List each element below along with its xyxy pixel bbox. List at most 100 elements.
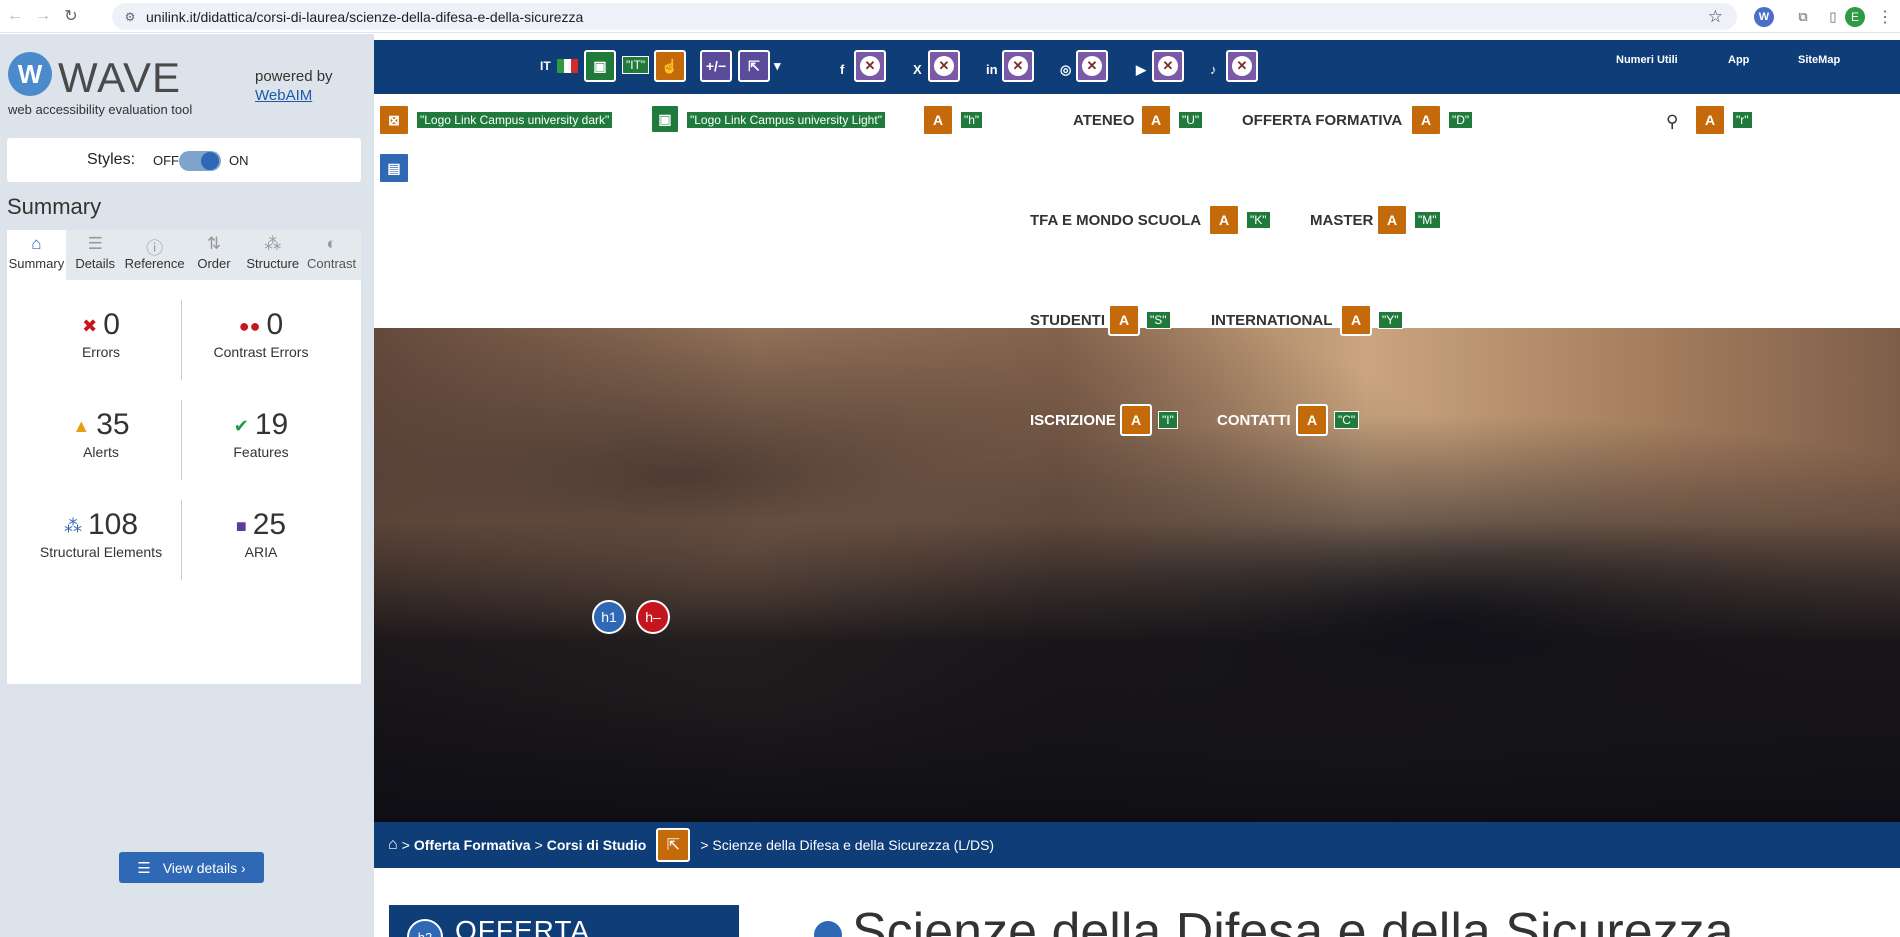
sitemap-link[interactable]: SiteMap: [1798, 54, 1840, 66]
nav-contatti[interactable]: CONTATTI: [1217, 412, 1291, 429]
extensions-puzzle-icon[interactable]: ⧉: [1792, 6, 1814, 28]
tab-contrast[interactable]: ◐ Contrast: [302, 230, 361, 280]
browser-menu-icon[interactable]: ⋮: [1874, 6, 1896, 28]
alerts-stat[interactable]: ▲ 35 Alerts: [21, 408, 181, 460]
profile-avatar[interactable]: E: [1845, 7, 1865, 27]
nav-international[interactable]: INTERNATIONAL: [1211, 312, 1332, 329]
app-link[interactable]: App: [1728, 54, 1749, 66]
h2-structure-icon[interactable]: h2: [407, 919, 443, 937]
alert-icon[interactable]: A: [1410, 104, 1442, 136]
nav-ateneo[interactable]: ATENEO: [1073, 112, 1134, 129]
accesskey-tag: "C": [1334, 411, 1360, 429]
errors-count: 0: [103, 308, 120, 341]
alert-icon[interactable]: A: [1340, 304, 1372, 336]
nav-master[interactable]: MASTER: [1310, 212, 1373, 229]
alert-icon[interactable]: ⊠: [378, 104, 410, 136]
h1-structure-icon[interactable]: [814, 921, 842, 937]
home-icon[interactable]: ⌂: [388, 836, 398, 854]
aria-stat[interactable]: ■ 25 ARIA: [181, 508, 341, 560]
address-bar[interactable]: ⚙ unilink.it/didattica/corsi-di-laurea/s…: [112, 3, 1737, 30]
numeri-utili-link[interactable]: Numeri Utili: [1616, 54, 1678, 66]
alert-icon[interactable]: A: [1108, 304, 1140, 336]
tab-summary[interactable]: ⌂ Summary: [7, 230, 66, 280]
alert-icon[interactable]: A: [1140, 104, 1172, 136]
tab-structure[interactable]: ⁂ Structure: [243, 230, 302, 280]
facebook-icon[interactable]: f: [840, 62, 844, 77]
empty-link-error-icon[interactable]: ✕: [928, 50, 960, 82]
logo-dark-alt: "Logo Link Campus university dark": [416, 111, 614, 129]
nav-offerta-formativa[interactable]: OFFERTA FORMATIVA: [1242, 112, 1402, 129]
image-feature-icon[interactable]: ▣: [584, 50, 616, 82]
nav-studenti[interactable]: STUDENTI: [1030, 312, 1105, 329]
tab-reference[interactable]: ⓘ Reference: [125, 230, 185, 280]
tab-label: Contrast: [307, 256, 357, 271]
aria-icon: ■: [235, 515, 247, 536]
lang-alt-tag: "IT": [622, 56, 650, 74]
empty-link-error-icon[interactable]: ✕: [1152, 50, 1184, 82]
empty-heading-error-icon[interactable]: h–: [636, 600, 670, 634]
styles-off-label: OFF: [153, 153, 179, 168]
wave-title: WAVE: [58, 54, 182, 101]
breadcrumb-corsi-di-studio[interactable]: Corsi di Studio: [547, 837, 647, 853]
italy-flag-icon: [557, 59, 578, 73]
features-stat[interactable]: ✔ 19 Features: [181, 408, 341, 460]
alert-icon[interactable]: A: [1694, 104, 1726, 136]
side-panel-icon[interactable]: ▯: [1822, 6, 1844, 28]
h1-structure-icon[interactable]: h1: [592, 600, 626, 634]
contrast-count: 0: [266, 308, 284, 341]
tab-details[interactable]: ☰ Details: [66, 230, 125, 280]
alerts-label: Alerts: [83, 444, 119, 460]
search-icon[interactable]: ⚲: [1666, 112, 1678, 132]
alert-icon: ▲: [72, 415, 91, 436]
structure-icon: ⁂: [264, 234, 282, 253]
back-icon[interactable]: ←: [2, 3, 28, 29]
styles-toggle[interactable]: [179, 151, 221, 171]
alert-icon[interactable]: A: [922, 104, 954, 136]
language-label[interactable]: IT: [540, 59, 551, 73]
breadcrumb-offerta-formativa[interactable]: Offerta Formativa: [414, 837, 531, 853]
contrast-errors-stat[interactable]: ●● 0 Contrast Errors: [181, 308, 341, 360]
site-info-icon[interactable]: ⚙: [122, 9, 138, 25]
tiktok-icon[interactable]: ♪: [1210, 62, 1217, 77]
nav-tfa-mondo-scuola[interactable]: TFA E MONDO SCUOLA: [1030, 212, 1201, 229]
error-icon: ✖: [82, 315, 98, 336]
alert-icon[interactable]: A: [1296, 404, 1328, 436]
redundant-link-alert-icon[interactable]: ⇱: [656, 828, 691, 862]
h-accesskey-tag: "h": [960, 111, 984, 129]
structure-icon: ⁂: [63, 515, 82, 536]
dropdown-arrow-icon[interactable]: ▾: [774, 58, 781, 74]
accesskey-tag: "I": [1158, 411, 1178, 429]
image-feature-icon[interactable]: ▣: [650, 104, 680, 134]
reload-icon[interactable]: ↻: [58, 3, 84, 29]
linkedin-icon[interactable]: in: [986, 62, 998, 77]
accesskey-tag: "S": [1146, 311, 1171, 329]
youtube-icon[interactable]: ▶: [1136, 62, 1146, 78]
forward-icon[interactable]: →: [30, 3, 56, 29]
structure-list-icon[interactable]: ▤: [378, 152, 410, 184]
errors-stat[interactable]: ✖ 0 Errors: [21, 308, 181, 360]
alert-icon[interactable]: A: [1376, 204, 1408, 236]
aria-popup-icon[interactable]: ⇱: [738, 50, 770, 82]
url-text[interactable]: unilink.it/didattica/corsi-di-laurea/sci…: [146, 9, 583, 25]
alert-icon[interactable]: A: [1120, 404, 1152, 436]
empty-link-error-icon[interactable]: ✕: [1002, 50, 1034, 82]
structural-stat[interactable]: ⁂ 108 Structural Elements: [21, 508, 181, 560]
aria-expand-icon[interactable]: +/−: [700, 50, 732, 82]
bookmark-star-icon[interactable]: ☆: [1708, 7, 1723, 27]
alert-icon[interactable]: ☝: [654, 50, 686, 82]
tab-order[interactable]: ⇅ Order: [185, 230, 244, 280]
view-details-button[interactable]: ☰ View details ›: [119, 852, 264, 883]
instagram-icon[interactable]: ◎: [1060, 62, 1071, 78]
nav-iscrizione[interactable]: ISCRIZIONE: [1030, 412, 1116, 429]
empty-link-error-icon[interactable]: ✕: [854, 50, 886, 82]
aria-label: ARIA: [244, 544, 278, 560]
accesskey-tag: "r": [1732, 111, 1753, 129]
empty-link-error-icon[interactable]: ✕: [1226, 50, 1258, 82]
wave-extension-icon[interactable]: W: [1754, 7, 1774, 27]
page-title-text: Scienze della Difesa e della Sicurezza: [852, 903, 1734, 937]
alert-icon[interactable]: A: [1208, 204, 1240, 236]
webaim-link[interactable]: WebAIM: [255, 87, 312, 104]
x-twitter-icon[interactable]: X: [913, 62, 922, 77]
close-icon: ✕: [1232, 56, 1252, 76]
empty-link-error-icon[interactable]: ✕: [1076, 50, 1108, 82]
